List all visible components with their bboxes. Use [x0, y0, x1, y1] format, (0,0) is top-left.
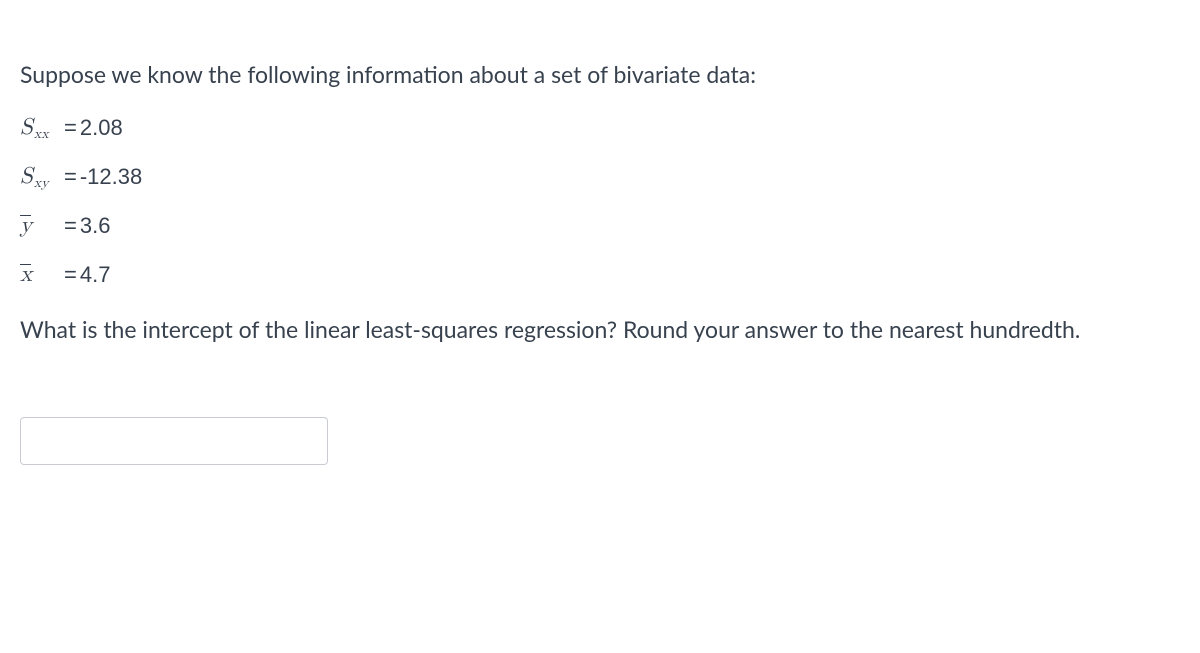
sxy-symbol: Sxy	[20, 165, 62, 188]
equation-sxy: Sxy = -12.38	[20, 165, 1180, 188]
sxx-equals: =	[64, 117, 77, 139]
sxx-symbol: Sxx	[20, 116, 62, 139]
xbar-main: x	[20, 263, 32, 286]
equation-sxx: Sxx = 2.08	[20, 116, 1180, 139]
question-container: Suppose we know the following informatio…	[0, 0, 1200, 485]
equation-xbar: x = 4.7	[20, 263, 1180, 286]
sxx-sub: xx	[34, 127, 49, 141]
equation-ybar: y = 3.6	[20, 214, 1180, 237]
ybar-main: y	[20, 214, 32, 237]
xbar-symbol: x	[20, 263, 62, 286]
sxx-value: 2.08	[80, 117, 123, 139]
ybar-value: 3.6	[80, 215, 111, 237]
sxy-equals: =	[64, 166, 77, 188]
sxy-main: S	[20, 165, 33, 188]
sxy-sub: xy	[34, 176, 49, 190]
intro-text: Suppose we know the following informatio…	[20, 58, 1180, 90]
ybar-symbol: y	[20, 214, 62, 237]
ybar-equals: =	[64, 215, 77, 237]
xbar-value: 4.7	[80, 264, 111, 286]
xbar-equals: =	[64, 264, 77, 286]
answer-input[interactable]	[20, 417, 328, 465]
sxx-main: S	[20, 116, 33, 139]
sxy-value: -12.38	[80, 166, 142, 188]
question-text: What is the intercept of the linear leas…	[20, 312, 1170, 347]
